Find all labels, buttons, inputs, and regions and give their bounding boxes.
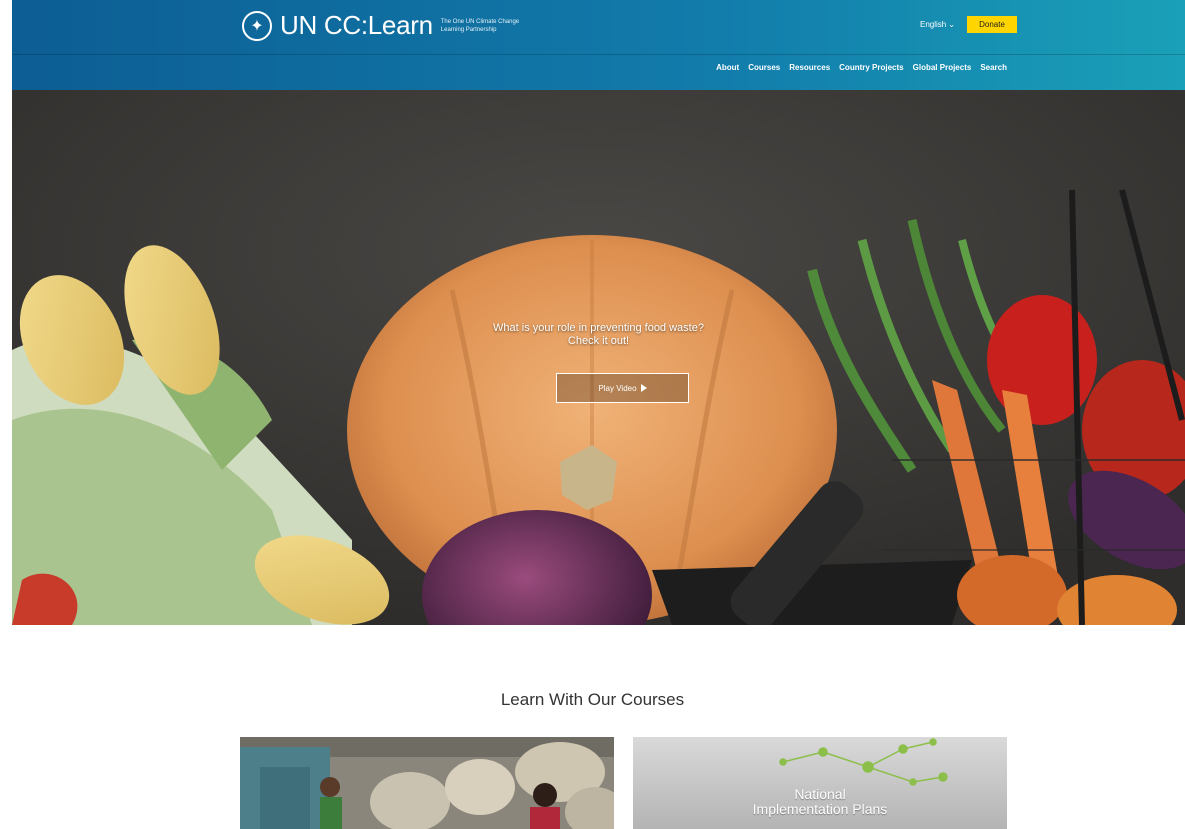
nav-about[interactable]: About	[716, 63, 739, 72]
language-select[interactable]: English ⌄	[920, 20, 955, 29]
play-icon	[640, 384, 647, 392]
play-video-button[interactable]: Play Video	[556, 373, 689, 403]
main-nav: About Courses Resources Country Projects…	[716, 63, 1007, 72]
play-video-label: Play Video	[598, 383, 637, 393]
nav-country-projects[interactable]: Country Projects	[839, 63, 903, 72]
course-card-2-title: National Implementation Plans	[633, 787, 1007, 817]
chevron-down-icon: ⌄	[948, 20, 955, 29]
site-header: ✦ UN CC:Learn The One UN Climate Change …	[12, 0, 1185, 90]
course-card-1-image	[240, 737, 614, 829]
nav-courses[interactable]: Courses	[748, 63, 780, 72]
nav-resources[interactable]: Resources	[789, 63, 830, 72]
brand-name: UN CC:Learn	[280, 10, 433, 40]
language-label: English	[920, 20, 947, 29]
course-card-2[interactable]: National Implementation Plans	[633, 737, 1007, 829]
donate-button[interactable]: Donate	[967, 16, 1017, 33]
hero-caption-line2: Check it out!	[567, 335, 630, 347]
un-emblem-icon: ✦	[242, 10, 272, 41]
course-card-1[interactable]	[240, 737, 614, 829]
hero-caption-line1: What is your role in preventing food was…	[493, 322, 704, 334]
hero-caption: What is your role in preventing food was…	[12, 322, 1185, 348]
courses-section-title: Learn With Our Courses	[500, 690, 685, 709]
hero-banner: What is your role in preventing food was…	[12, 90, 1185, 625]
nav-global-projects[interactable]: Global Projects	[913, 63, 972, 72]
course-card-2-title-line2: Implementation Plans	[752, 801, 888, 817]
header-divider	[12, 54, 1185, 55]
site-logo[interactable]: ✦ UN CC:Learn The One UN Climate Change …	[242, 10, 521, 41]
brand-tagline: The One UN Climate Change Learning Partn…	[440, 18, 520, 33]
hero-vegetables-image	[12, 90, 1185, 625]
course-card-2-title-line1: National	[794, 786, 846, 802]
nav-search[interactable]: Search	[980, 63, 1007, 72]
